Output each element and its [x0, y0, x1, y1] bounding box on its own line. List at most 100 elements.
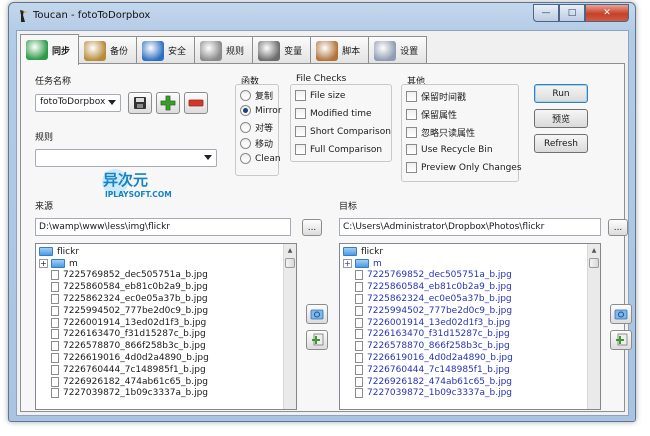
radio-button[interactable] [240, 153, 251, 164]
tree-file[interactable]: 7226926182_474ab61c65_b.jpg [39, 376, 293, 388]
file-checks-option-3[interactable]: Full Comparison [295, 144, 382, 155]
checkbox[interactable] [406, 144, 417, 155]
tree-file[interactable]: 7226578870_866f258b3c_b.jpg [39, 340, 293, 352]
tree-file[interactable]: 7227039872_1b09c3337a_b.jpg [39, 388, 293, 400]
tab-4[interactable]: 变量 [252, 36, 312, 64]
file-checks-option-2[interactable]: Short Comparison [295, 126, 391, 137]
radio-button[interactable] [240, 138, 251, 149]
target-tree[interactable]: flickr + m 7225769852_dec505751a_b.jpg 72258… [339, 243, 601, 410]
function-option-1[interactable]: Mirror [240, 105, 282, 116]
other-option-4[interactable]: Preview Only Changes [406, 162, 522, 173]
image-file-icon [51, 329, 59, 340]
function-option-2[interactable]: 对等 [240, 121, 273, 134]
image-file-icon [355, 317, 363, 328]
preview-button[interactable]: 预览 [534, 109, 588, 128]
other-option-2[interactable]: 忽略只读属性 [406, 126, 475, 139]
tree-file[interactable]: 7225769852_dec505751a_b.jpg [343, 270, 597, 282]
refresh-button[interactable]: Refresh [534, 134, 588, 153]
tree-file[interactable]: 7226163470_f31d15287c_b.jpg [39, 329, 293, 341]
source-tree[interactable]: flickr + m 7225769852_dec505751a_b.jpg 72258… [35, 243, 297, 410]
maximize-icon: □ [567, 8, 577, 18]
image-file-icon [355, 388, 363, 399]
tree-file[interactable]: 7226578870_866f258b3c_b.jpg [343, 340, 597, 352]
expand-icon[interactable]: + [343, 259, 352, 269]
tab-2[interactable]: 安全 [136, 36, 196, 64]
scroll-up-icon[interactable]: ▲ [588, 244, 600, 257]
tree-file[interactable]: 7226001914_13ed02d1f3_b.jpg [39, 317, 293, 329]
file-checks-option-0[interactable]: File size [295, 90, 345, 101]
scroll-thumb[interactable] [285, 258, 295, 268]
tree-file[interactable]: 7226619016_4d0d2a4890_b.jpg [343, 352, 597, 364]
target-add-file-button[interactable] [610, 330, 632, 350]
tree-file[interactable]: 7225860584_eb81c0b2a9_b.jpg [343, 281, 597, 293]
other-option-0[interactable]: 保留时间戳 [406, 90, 466, 103]
task-name-combo[interactable]: fotoToDorpbox [35, 94, 121, 112]
radio-button[interactable] [240, 122, 251, 133]
add-file-button[interactable] [306, 330, 328, 350]
close-button[interactable]: ✕ [585, 4, 629, 22]
radio-button[interactable] [240, 105, 251, 116]
tree-folder[interactable]: + m [39, 258, 293, 270]
tree-file[interactable]: 7225862324_ec0e05a37b_b.jpg [39, 293, 293, 305]
radio-button[interactable] [240, 90, 251, 101]
tree-file[interactable]: 7226163470_f31d15287c_b.jpg [343, 329, 597, 341]
tree-file[interactable]: 7226760444_7c148985f1_b.jpg [39, 364, 293, 376]
target-path-input[interactable]: C:\Users\Administrator\Dropbox\Photos\fl… [339, 218, 601, 236]
source-path-input[interactable]: D:\wamp\www\less\img\flickr [35, 218, 291, 236]
target-compare-button[interactable] [610, 304, 632, 324]
function-option-0[interactable]: 复制 [240, 89, 273, 102]
other-option-3[interactable]: Use Recycle Bin [406, 144, 493, 155]
tab-3[interactable]: 规则 [194, 36, 254, 64]
tree-file[interactable]: 7225994502_777be2d0c9_b.jpg [343, 305, 597, 317]
function-option-3[interactable]: 移动 [240, 137, 273, 150]
run-button[interactable]: Run [534, 84, 588, 103]
scroll-up-icon[interactable]: ▲ [284, 244, 296, 257]
add-task-button[interactable] [156, 92, 180, 114]
tree-file[interactable]: 7226926182_474ab61c65_b.jpg [343, 376, 597, 388]
tree-folder[interactable]: + m [343, 258, 597, 270]
task-name-value: fotoToDorpbox [40, 97, 106, 107]
tree-file[interactable]: 7225860584_eb81c0b2a9_b.jpg [39, 281, 293, 293]
tab-6[interactable]: 设置 [368, 36, 428, 64]
checkbox[interactable] [295, 126, 306, 137]
checkbox[interactable] [406, 127, 417, 138]
tab-1[interactable]: 备份 [78, 36, 138, 64]
checkbox[interactable] [406, 91, 417, 102]
checkbox[interactable] [295, 144, 306, 155]
checkbox[interactable] [295, 108, 306, 119]
tree-file[interactable]: 7227039872_1b09c3337a_b.jpg [343, 388, 597, 400]
other-option-1[interactable]: 保留属性 [406, 108, 457, 121]
checkbox-label: Short Comparison [310, 126, 391, 137]
checkbox[interactable] [406, 109, 417, 120]
save-task-button[interactable] [128, 92, 152, 114]
image-file-icon [51, 353, 59, 364]
maximize-button[interactable]: □ [559, 4, 585, 22]
tree-file[interactable]: 7226619016_4d0d2a4890_b.jpg [39, 352, 293, 364]
tree-root[interactable]: flickr [343, 246, 597, 258]
toucan-app-icon [20, 10, 28, 22]
scroll-thumb[interactable] [589, 258, 599, 268]
minimize-button[interactable]: — [533, 4, 559, 22]
target-browse-button[interactable]: ... [608, 219, 628, 236]
source-tree-scrollbar[interactable]: ▲ [283, 244, 296, 409]
tree-file[interactable]: 7225862324_ec0e05a37b_b.jpg [343, 293, 597, 305]
title-bar[interactable]: Toucan - fotoToDorpbox — □ ✕ [9, 3, 635, 29]
tab-0[interactable]: 同步 [20, 34, 80, 65]
source-browse-button[interactable]: ... [302, 219, 322, 236]
compare-button[interactable] [306, 304, 328, 324]
tab-5[interactable]: 脚本 [310, 36, 370, 64]
tree-file[interactable]: 7226760444_7c148985f1_b.jpg [343, 364, 597, 376]
tree-file[interactable]: 7226001914_13ed02d1f3_b.jpg [343, 317, 597, 329]
expand-icon[interactable]: + [39, 259, 48, 269]
tree-file[interactable]: 7225769852_dec505751a_b.jpg [39, 270, 293, 282]
file-checks-option-1[interactable]: Modified time [295, 108, 372, 119]
tree-item-label: flickr [361, 246, 384, 257]
sync-icon [26, 40, 48, 60]
checkbox[interactable] [295, 90, 306, 101]
checkbox[interactable] [406, 162, 417, 173]
tree-file[interactable]: 7225994502_777be2d0c9_b.jpg [39, 305, 293, 317]
target-tree-scrollbar[interactable]: ▲ [587, 244, 600, 409]
function-option-4[interactable]: Clean [240, 153, 281, 164]
tree-root[interactable]: flickr [39, 246, 293, 258]
remove-task-button[interactable] [184, 92, 208, 114]
